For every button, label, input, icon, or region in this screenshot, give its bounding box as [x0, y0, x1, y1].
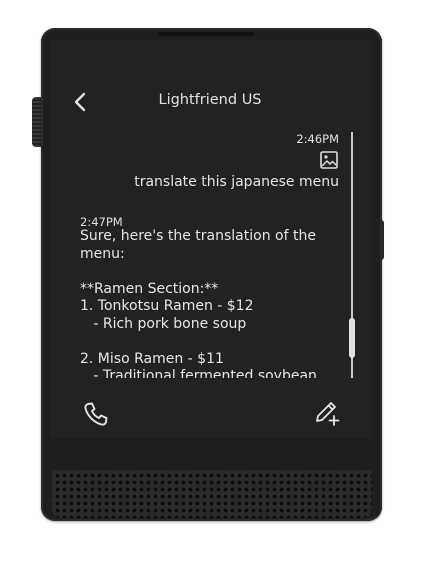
- image-icon: [320, 151, 338, 169]
- assistant-message-text: Sure, here's the translation of the menu…: [80, 228, 317, 378]
- scrollbar-thumb[interactable]: [349, 318, 355, 358]
- back-button[interactable]: [70, 89, 90, 115]
- page-title: Lightfriend US: [158, 92, 262, 108]
- compose-button[interactable]: [313, 399, 341, 427]
- message-timestamp: 2:46PM: [296, 132, 339, 146]
- chat-message-list[interactable]: Sure, here's the translation of the menu…: [80, 228, 340, 378]
- speaker-grille: [52, 470, 372, 518]
- user-message-text: translate this japanese menu: [134, 174, 339, 190]
- compose-icon: [316, 402, 340, 426]
- message-timestamp: 2:47PM: [80, 215, 123, 229]
- chevron-left-icon: [74, 92, 86, 112]
- phone-icon: [84, 402, 108, 426]
- top-slot: [158, 32, 254, 36]
- call-button[interactable]: [82, 400, 110, 428]
- image-attachment[interactable]: [319, 150, 339, 170]
